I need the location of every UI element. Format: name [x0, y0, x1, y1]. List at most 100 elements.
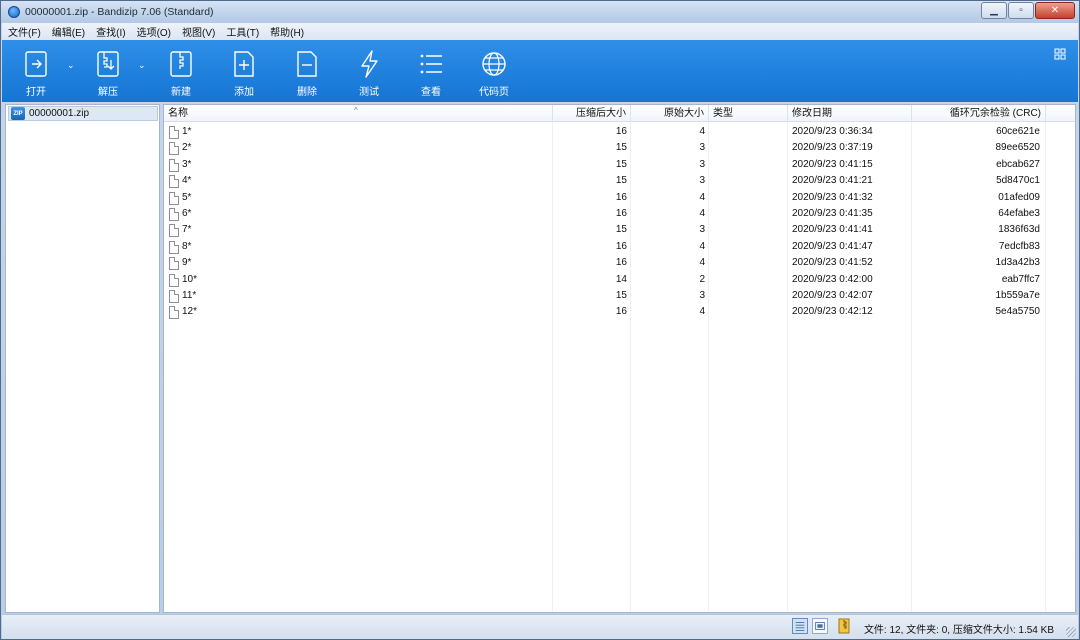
cell-name: 11* — [182, 290, 197, 301]
maximize-button[interactable]: ▫ — [1008, 2, 1034, 19]
table-row[interactable]: 6* 16 4 2020/9/23 0:41:35 64efabe3 — [164, 206, 1075, 222]
menu-bar: 文件(F) 编辑(E) 查找(I) 选项(O) 视图(V) 工具(T) 帮助(H… — [2, 23, 1078, 40]
preview-view-icon[interactable] — [812, 618, 828, 634]
menu-options[interactable]: 选项(O) — [137, 24, 171, 39]
table-row[interactable]: 4* 15 3 2020/9/23 0:41:21 5d8470c1 — [164, 173, 1075, 189]
cell-packed-size: 16 — [615, 191, 627, 203]
table-row[interactable]: 9* 16 4 2020/9/23 0:41:52 1d3a42b3 — [164, 255, 1075, 271]
folder-tree-pane[interactable]: ZIP 00000001.zip — [5, 104, 160, 613]
cell-original-size: 3 — [699, 158, 705, 170]
column-header-type[interactable]: 类型 — [709, 105, 788, 122]
column-header-packed[interactable]: 压缩后大小 — [553, 105, 631, 122]
view-label: 查看 — [421, 87, 441, 98]
file-icon — [169, 142, 179, 156]
cell-packed-size: 15 — [615, 158, 627, 170]
column-header-modified[interactable]: 修改日期 — [788, 105, 912, 122]
add-label: 添加 — [234, 87, 254, 98]
cell-original-size: 3 — [699, 175, 705, 187]
table-row[interactable]: 7* 15 3 2020/9/23 0:41:41 1836f63d — [164, 222, 1075, 238]
cell-modified-date: 2020/9/23 0:41:41 — [792, 224, 873, 236]
menu-help[interactable]: 帮助(H) — [270, 24, 304, 39]
cell-modified-date: 2020/9/23 0:42:00 — [792, 273, 873, 285]
table-row[interactable]: 1* 16 4 2020/9/23 0:36:34 60ce621e — [164, 124, 1075, 140]
new-button[interactable]: 新建 — [161, 48, 201, 100]
title-bar[interactable]: 00000001.zip - Bandizip 7.06 (Standard) … — [1, 1, 1079, 23]
extract-button[interactable]: 解压 — [88, 48, 128, 100]
tree-item-label: 00000001.zip — [29, 108, 90, 119]
cell-modified-date: 2020/9/23 0:41:47 — [792, 240, 873, 252]
cell-type — [713, 255, 783, 271]
cell-crc: 01afed09 — [998, 191, 1040, 203]
cell-name: 8* — [182, 240, 192, 252]
extract-label: 解压 — [98, 87, 118, 98]
table-row[interactable]: 11* 15 3 2020/9/23 0:42:07 1b559a7e — [164, 288, 1075, 304]
menu-view[interactable]: 视图(V) — [182, 24, 215, 39]
table-row[interactable]: 3* 15 3 2020/9/23 0:41:15 ebcab627 — [164, 157, 1075, 173]
cell-original-size: 3 — [699, 290, 705, 301]
column-header-size[interactable]: 原始大小 — [631, 105, 709, 122]
window-controls: ▁ ▫ ✕ — [981, 2, 1075, 19]
delete-button[interactable]: 删除 — [287, 48, 327, 100]
cell-original-size: 4 — [699, 208, 705, 219]
test-button[interactable]: 测试 — [349, 48, 389, 100]
column-header-name[interactable]: 名称 ^ — [164, 105, 553, 122]
archive-info-icon[interactable] — [836, 618, 852, 634]
cell-name: 9* — [182, 257, 192, 269]
table-row[interactable]: 2* 15 3 2020/9/23 0:37:19 89ee6520 — [164, 140, 1075, 156]
file-list-pane[interactable]: 名称 ^ 压缩后大小 原始大小 类型 修改日期 循环冗余检验 (CRC) 1* 1… — [163, 104, 1076, 613]
file-icon — [169, 158, 179, 172]
bandizip-app-icon[interactable] — [8, 6, 20, 18]
file-icon — [169, 306, 179, 320]
cell-crc: eab7ffc7 — [1001, 273, 1040, 285]
cell-original-size: 3 — [699, 224, 705, 236]
open-button[interactable]: 打开 — [16, 48, 56, 100]
cell-name: 7* — [182, 224, 192, 236]
column-header-crc[interactable]: 循环冗余检验 (CRC) — [912, 105, 1046, 122]
codepage-label: 代码页 — [479, 87, 509, 98]
tree-item-archive[interactable]: ZIP 00000001.zip — [8, 106, 158, 121]
cell-type — [713, 206, 783, 222]
add-button[interactable]: 添加 — [224, 48, 264, 100]
cell-original-size: 4 — [699, 240, 705, 252]
cell-type — [713, 190, 783, 206]
cell-original-size: 3 — [699, 142, 705, 154]
menu-file[interactable]: 文件(F) — [8, 24, 41, 39]
table-row[interactable]: 12* 16 4 2020/9/23 0:42:12 5e4a5750 — [164, 304, 1075, 320]
open-dropdown-icon[interactable]: ⌄ — [67, 60, 75, 71]
cell-original-size: 4 — [699, 191, 705, 203]
minimize-button[interactable]: ▁ — [981, 2, 1007, 19]
delete-file-icon — [292, 48, 322, 80]
cell-type — [713, 140, 783, 156]
resize-grip[interactable] — [1066, 627, 1076, 637]
close-button[interactable]: ✕ — [1035, 2, 1075, 19]
table-row[interactable]: 8* 16 4 2020/9/23 0:41:47 7edcfb83 — [164, 239, 1075, 255]
cell-packed-size: 15 — [615, 290, 627, 301]
layout-toggle-icon[interactable] — [1054, 48, 1066, 60]
cell-name: 12* — [182, 306, 198, 318]
cell-crc: 5e4a5750 — [995, 306, 1041, 318]
cell-name: 3* — [182, 158, 192, 170]
cell-modified-date: 2020/9/23 0:41:32 — [792, 191, 873, 203]
menu-find[interactable]: 查找(I) — [96, 24, 125, 39]
cell-name: 5* — [182, 191, 192, 203]
details-view-icon[interactable] — [792, 618, 808, 634]
cell-name: 2* — [182, 142, 192, 154]
view-button[interactable]: 查看 — [411, 48, 451, 100]
cell-modified-date: 2020/9/23 0:37:19 — [792, 142, 873, 154]
cell-modified-date: 2020/9/23 0:41:21 — [792, 175, 873, 187]
file-icon — [169, 224, 179, 238]
codepage-button[interactable]: 代码页 — [474, 48, 514, 100]
table-row[interactable]: 5* 16 4 2020/9/23 0:41:32 01afed09 — [164, 190, 1075, 206]
menu-tools[interactable]: 工具(T) — [226, 24, 259, 39]
extract-dropdown-icon[interactable]: ⌄ — [138, 60, 146, 71]
cell-name: 4* — [182, 175, 192, 187]
lightning-icon — [354, 48, 384, 80]
cell-name: 6* — [182, 208, 192, 219]
menu-edit[interactable]: 编辑(E) — [52, 24, 85, 39]
delete-label: 删除 — [297, 87, 317, 98]
cell-crc: 1b559a7e — [995, 290, 1041, 301]
cell-original-size: 4 — [699, 306, 705, 318]
cell-modified-date: 2020/9/23 0:41:15 — [792, 158, 873, 170]
table-row[interactable]: 10* 14 2 2020/9/23 0:42:00 eab7ffc7 — [164, 272, 1075, 288]
list-view-icon — [416, 48, 446, 80]
